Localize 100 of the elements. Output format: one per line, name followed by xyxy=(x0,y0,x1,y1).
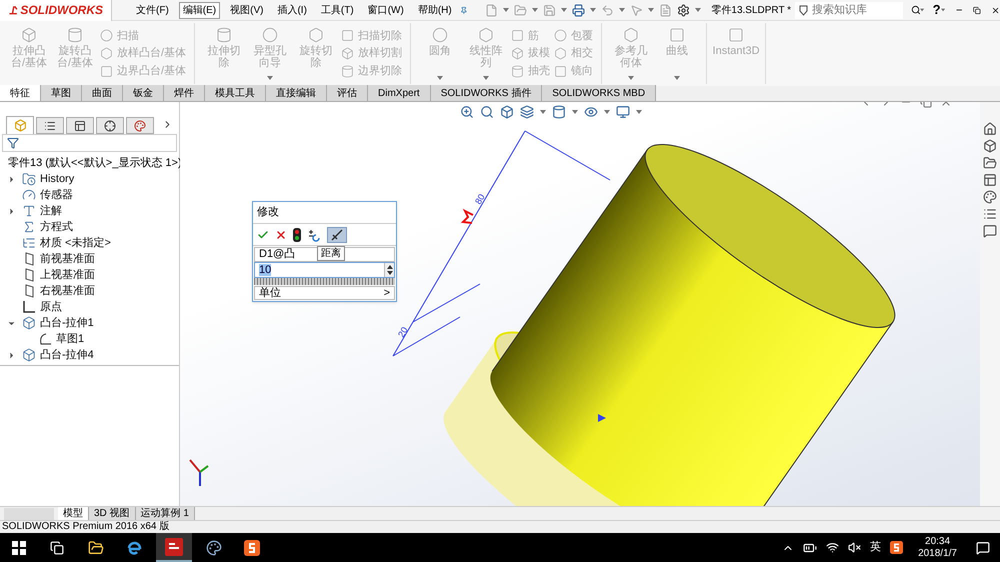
graphics-area[interactable]: 80 20 修改 D1@凸 10 距离 单位 > xyxy=(180,102,980,506)
command-tab[interactable]: 草图 xyxy=(41,85,82,101)
gauge-icon xyxy=(22,188,36,202)
zoom-icon[interactable] xyxy=(460,105,474,119)
thumbwheel[interactable] xyxy=(254,278,395,285)
tree-item[interactable]: 凸台-拉伸4 xyxy=(40,346,94,364)
input-method-icon[interactable] xyxy=(244,540,260,556)
print-icon[interactable] xyxy=(572,4,586,16)
command-tab[interactable]: 评估 xyxy=(327,85,368,101)
input-method-icon[interactable] xyxy=(890,541,904,554)
mark-dimension-button[interactable] xyxy=(327,226,347,242)
cancel-icon[interactable] xyxy=(275,228,287,240)
crosshair-icon xyxy=(104,120,116,132)
tree-item[interactable]: 材质 <未指定> xyxy=(40,234,111,252)
list-icon[interactable] xyxy=(983,207,997,221)
tree-item[interactable]: 右视基准面 xyxy=(40,282,95,300)
menu-item[interactable]: 帮助(H) xyxy=(414,2,456,18)
tree-item[interactable]: 原点 xyxy=(40,298,62,316)
hexagon-icon xyxy=(623,27,640,43)
folder-icon[interactable] xyxy=(983,156,997,170)
display-tab[interactable] xyxy=(126,117,154,134)
menu-item[interactable]: 工具(T) xyxy=(316,2,358,18)
window-icon[interactable] xyxy=(983,173,997,187)
chat-icon[interactable] xyxy=(983,224,997,238)
command-tab[interactable]: 焊件 xyxy=(164,85,205,101)
clock-date[interactable]: 2018/1/7 xyxy=(918,548,957,560)
rebuild-icon[interactable] xyxy=(307,228,321,242)
hexagon-icon xyxy=(478,27,494,43)
cube-icon xyxy=(14,119,26,132)
command-tab[interactable]: 直接编辑 xyxy=(266,85,327,101)
command-tab[interactable]: 曲面 xyxy=(82,85,123,101)
model-tab[interactable]: 运动算例 1 xyxy=(136,506,195,520)
caret-icon xyxy=(636,110,642,114)
windows-logo-icon[interactable] xyxy=(12,540,26,554)
shield-icon xyxy=(799,4,808,16)
spin-button[interactable] xyxy=(384,263,394,277)
confirm-icon[interactable] xyxy=(257,228,269,240)
units-dropdown[interactable]: 单位 > xyxy=(254,286,395,300)
caret-icon xyxy=(695,8,702,12)
traffic-light-icon[interactable] xyxy=(293,228,301,242)
tree-item[interactable]: 方程式 xyxy=(40,218,73,236)
ime-indicator[interactable]: 英 xyxy=(870,539,882,556)
menu-item[interactable]: 编辑(E) xyxy=(178,2,220,18)
dimxpert-tab[interactable] xyxy=(96,117,124,134)
cylinder-icon xyxy=(511,64,524,78)
filter-field[interactable] xyxy=(2,134,177,152)
tree-item[interactable]: 上视基准面 xyxy=(40,266,95,284)
hexagon-icon xyxy=(100,46,113,60)
color-wheel-icon[interactable] xyxy=(983,190,997,204)
clock-time[interactable]: 20:34 xyxy=(925,536,950,548)
units-label: 单位 xyxy=(259,287,281,299)
letter-icon xyxy=(22,204,36,218)
tree-item[interactable]: 前视基准面 xyxy=(40,250,95,268)
task-view-icon[interactable] xyxy=(50,540,64,554)
tree-item[interactable]: 传感器 xyxy=(40,186,73,204)
color-wheel-icon xyxy=(134,120,146,132)
property-tab[interactable] xyxy=(36,117,64,134)
command-tab[interactable]: DimXpert xyxy=(368,85,431,101)
square-icon xyxy=(554,64,568,78)
search-field[interactable]: 搜索知识库 xyxy=(795,2,903,18)
monitor-icon[interactable] xyxy=(616,105,630,119)
dimension-value: 80 xyxy=(473,192,487,206)
model-tab[interactable]: 3D 视图 xyxy=(89,506,136,520)
configuration-tab[interactable] xyxy=(66,117,94,134)
command-tab[interactable]: 模具工具 xyxy=(205,85,266,101)
tree-item[interactable]: History xyxy=(40,170,74,188)
cube-icon[interactable] xyxy=(500,105,514,119)
paint-icon[interactable] xyxy=(206,540,222,556)
menu-item[interactable]: 插入(I) xyxy=(273,2,311,18)
app-logo[interactable]: SOLIDWORKS xyxy=(0,0,112,20)
settings-icon[interactable] xyxy=(677,4,690,16)
square-icon xyxy=(341,29,354,42)
layers-icon[interactable] xyxy=(520,105,534,119)
command-tab[interactable]: 特征 xyxy=(0,85,41,101)
command-tab[interactable]: 钣金 xyxy=(123,85,164,101)
tree-item[interactable]: 草图1 xyxy=(56,330,84,348)
cube-icon xyxy=(511,46,524,60)
home-icon[interactable] xyxy=(983,122,997,136)
menu-item[interactable]: 窗口(W) xyxy=(364,2,408,18)
file-explorer-icon[interactable] xyxy=(88,540,104,556)
eye-icon[interactable] xyxy=(584,105,598,119)
search-icon[interactable] xyxy=(910,3,920,17)
taskbar-app-button[interactable] xyxy=(156,533,192,562)
tree-item[interactable]: 凸台-拉伸1 xyxy=(40,314,94,332)
command-tab[interactable]: SOLIDWORKS 插件 xyxy=(430,85,542,101)
tree-item[interactable]: 注解 xyxy=(40,202,62,220)
help-button[interactable]: ? xyxy=(932,0,941,20)
menu-item[interactable]: 视图(V) xyxy=(226,2,268,18)
pin-icon[interactable] xyxy=(460,4,468,16)
cube-icon[interactable] xyxy=(983,139,997,153)
caret-icon xyxy=(619,8,626,12)
menu-item[interactable]: 文件(F) xyxy=(132,2,173,18)
square-icon xyxy=(669,27,686,43)
restore-icon[interactable] xyxy=(973,4,981,16)
model-tab[interactable]: 模型 xyxy=(58,506,89,520)
command-tab[interactable]: SOLIDWORKS MBD xyxy=(542,85,656,101)
notification-icon[interactable] xyxy=(976,540,990,554)
volume-muted-icon[interactable] xyxy=(848,541,862,554)
cylinder-icon xyxy=(216,27,232,43)
cylinder-icon[interactable] xyxy=(552,105,566,119)
